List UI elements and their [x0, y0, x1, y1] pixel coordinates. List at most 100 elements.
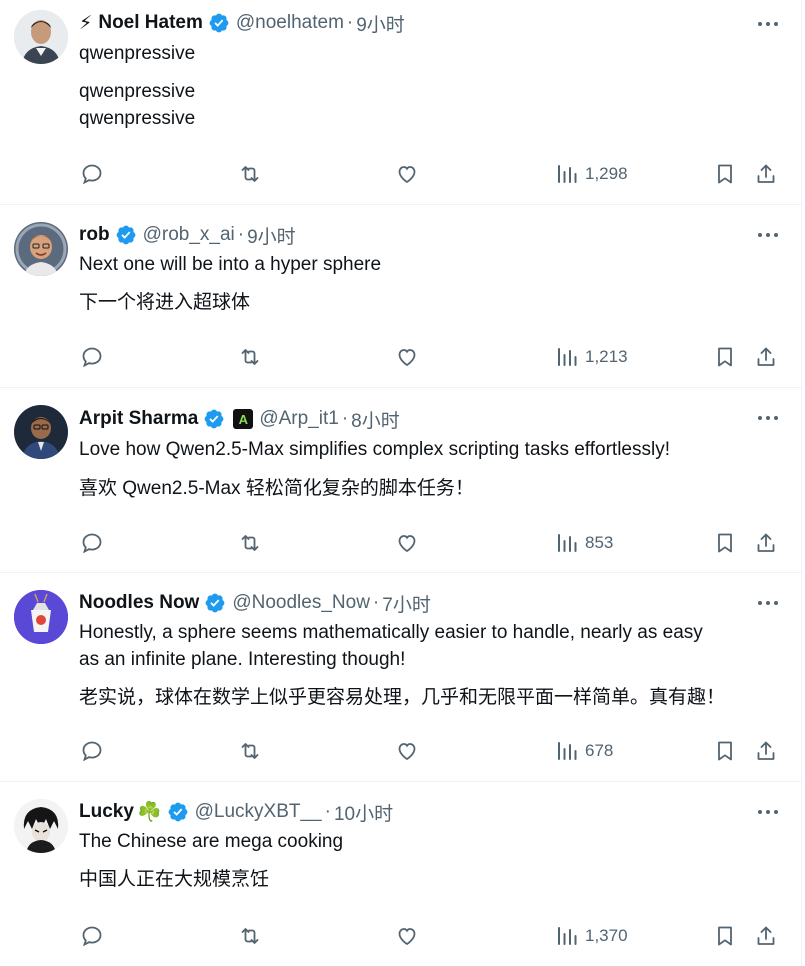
share-button[interactable] [754, 921, 778, 951]
like-button[interactable] [395, 736, 419, 766]
tweet-rob[interactable]: rob @rob_x_ai · 9小时 Next one will be int… [0, 205, 801, 388]
views-button[interactable]: 1,213 [556, 342, 628, 372]
share-icon [757, 164, 775, 183]
tweet-header: Noodles Now @Noodles_Now · 7小时 [79, 588, 431, 618]
tweet-text-line: qwenpressive [79, 81, 196, 102]
tweet-noodles-now[interactable]: Noodles Now @Noodles_Now · 7小时 Honestly,… [0, 573, 801, 782]
avatar[interactable] [14, 590, 68, 644]
reply-button[interactable] [80, 159, 104, 189]
display-name[interactable]: Lucky [79, 801, 134, 823]
timestamp[interactable]: 9小时 [356, 10, 405, 37]
display-name[interactable]: Arpit Sharma [79, 408, 198, 430]
display-name[interactable]: rob [79, 224, 110, 246]
bookmark-icon [718, 926, 732, 946]
views-icon [558, 742, 577, 760]
tweet-text-line: qwenpressive [79, 43, 196, 64]
tweet-header: Lucky ☘️ @LuckyXBT__ · 10小时 [79, 797, 393, 827]
bookmark-button[interactable] [713, 342, 737, 372]
reply-icon [82, 741, 102, 762]
bookmark-button[interactable] [713, 159, 737, 189]
views-count: 1,213 [585, 347, 628, 366]
tweet-noel-hatem[interactable]: ⚡ Noel Hatem @noelhatem · 9小时 qwenpressi… [0, 0, 801, 205]
views-button[interactable]: 853 [556, 528, 613, 558]
reply-button[interactable] [80, 342, 104, 372]
handle[interactable]: @LuckyXBT__ [195, 801, 322, 823]
tweet-header: Arpit Sharma A @Arp_it1 · 8小时 [79, 404, 400, 434]
bookmark-button[interactable] [713, 528, 737, 558]
reply-button[interactable] [80, 528, 104, 558]
affiliate-badge-letter: A [238, 411, 248, 427]
separator-dot: · [237, 224, 245, 245]
tweet-text-line: 老实说，球体在数学上似乎更容易处理，几乎和无限平面一样简单。真有趣！ [79, 687, 726, 708]
like-icon [398, 166, 416, 184]
more-icon[interactable] [753, 10, 783, 38]
tweet-arpit-sharma[interactable]: Arpit Sharma A @Arp_it1 · 8小时 Love how Q… [0, 388, 801, 573]
separator-dot: · [372, 592, 380, 613]
retweet-icon [241, 743, 259, 759]
views-button[interactable]: 1,370 [556, 921, 628, 951]
like-button[interactable] [395, 342, 419, 372]
retweet-button[interactable] [238, 736, 262, 766]
handle[interactable]: @noelhatem [236, 12, 344, 34]
timestamp[interactable]: 9小时 [247, 222, 296, 249]
like-button[interactable] [395, 159, 419, 189]
tweet-text-line: 中国人正在大规模烹饪 [79, 869, 270, 890]
like-icon [398, 349, 416, 367]
share-icon [757, 347, 775, 366]
more-icon[interactable] [753, 798, 783, 826]
display-name[interactable]: Noodles Now [79, 592, 199, 614]
handle[interactable]: @Noodles_Now [232, 592, 370, 614]
share-button[interactable] [754, 736, 778, 766]
views-count: 678 [585, 741, 614, 760]
retweet-icon [241, 535, 259, 551]
timestamp[interactable]: 8小时 [351, 406, 400, 433]
bookmark-icon [718, 347, 732, 367]
like-button[interactable] [395, 528, 419, 558]
display-name[interactable]: Noel Hatem [98, 12, 203, 34]
tweet-feed: ⚡ Noel Hatem @noelhatem · 9小时 qwenpressi… [0, 0, 802, 966]
reply-button[interactable] [80, 736, 104, 766]
bookmark-icon [718, 533, 732, 553]
share-button[interactable] [754, 528, 778, 558]
more-icon[interactable] [753, 404, 783, 432]
tweet-text-line: qwenpressive [79, 108, 196, 129]
more-icon[interactable] [753, 589, 783, 617]
views-icon [558, 165, 577, 183]
more-icon[interactable] [753, 221, 783, 249]
shamrock-emoji: ☘️ [137, 802, 162, 823]
tweet-text-line: Next one will be into a hyper sphere [79, 254, 382, 275]
views-button[interactable]: 1,298 [556, 159, 628, 189]
retweet-button[interactable] [238, 921, 262, 951]
lightning-emoji: ⚡ [79, 12, 93, 34]
views-icon [558, 927, 577, 945]
bookmark-button[interactable] [713, 736, 737, 766]
handle[interactable]: @rob_x_ai [143, 224, 235, 246]
bookmark-button[interactable] [713, 921, 737, 951]
tweet-text-line: Love how Qwen2.5-Max simplifies complex … [79, 439, 670, 460]
avatar[interactable] [14, 222, 68, 276]
share-button[interactable] [754, 159, 778, 189]
retweet-button[interactable] [238, 528, 262, 558]
reply-button[interactable] [80, 921, 104, 951]
retweet-button[interactable] [238, 342, 262, 372]
timestamp[interactable]: 7小时 [382, 590, 431, 617]
avatar[interactable] [14, 799, 68, 853]
handle[interactable]: @Arp_it1 [259, 408, 339, 430]
tweet-text-line: The Chinese are mega cooking [79, 831, 344, 852]
share-icon [757, 533, 775, 552]
retweet-button[interactable] [238, 159, 262, 189]
avatar[interactable] [14, 10, 68, 64]
affiliate-badge-icon[interactable]: A [233, 409, 254, 429]
verified-badge-icon [205, 593, 225, 613]
verified-badge-icon [209, 13, 229, 33]
share-button[interactable] [754, 342, 778, 372]
tweet-text-line: Honestly, a sphere seems mathematically … [79, 622, 703, 643]
timestamp[interactable]: 10小时 [334, 799, 393, 826]
tweet-header: rob @rob_x_ai · 9小时 [79, 220, 296, 250]
avatar[interactable] [14, 405, 68, 459]
share-icon [757, 926, 775, 945]
retweet-icon [241, 928, 259, 944]
tweet-lucky[interactable]: Lucky ☘️ @LuckyXBT__ · 10小时 The Chinese … [0, 782, 801, 966]
views-button[interactable]: 678 [556, 736, 613, 766]
like-button[interactable] [395, 921, 419, 951]
